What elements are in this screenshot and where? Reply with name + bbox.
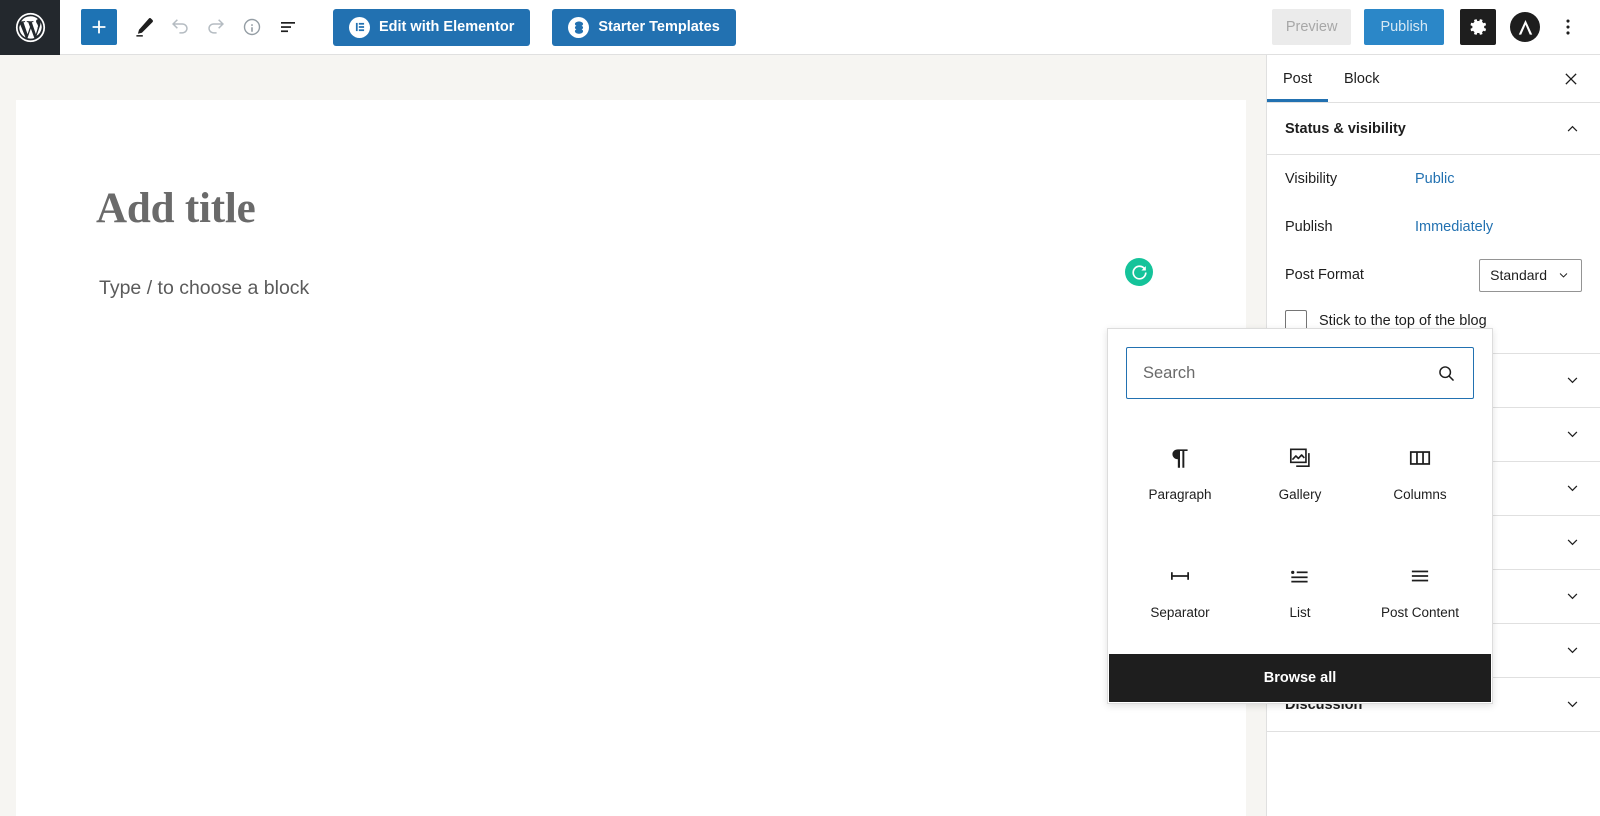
post-details-button[interactable] [234, 9, 270, 45]
block-inserter-popover: Paragraph Gallery [1107, 328, 1493, 704]
paragraph-icon [1167, 445, 1193, 471]
elementor-icon [355, 22, 364, 32]
kebab-menu-icon [1566, 19, 1570, 35]
visibility-label: Visibility [1285, 171, 1338, 187]
chevron-down-icon [1567, 539, 1578, 546]
chevron-down-icon [1567, 647, 1578, 654]
preview-button[interactable]: Preview [1271, 9, 1352, 45]
info-icon [243, 18, 261, 36]
block-item-post-content[interactable]: Post Content [1360, 533, 1480, 651]
pencil-icon [136, 18, 153, 37]
block-item-columns-label: Columns [1393, 487, 1447, 503]
block-item-gallery-label: Gallery [1278, 487, 1322, 503]
chevron-down-icon [1559, 272, 1568, 278]
block-item-columns[interactable]: Columns [1360, 415, 1480, 533]
chevron-down-icon [1567, 485, 1578, 492]
post-format-label: Post Format [1285, 267, 1364, 283]
post-title-input[interactable]: Add title [96, 184, 256, 233]
close-icon [1565, 73, 1577, 85]
edit-mode-button[interactable] [126, 9, 162, 45]
add-block-button[interactable] [81, 9, 117, 45]
block-item-list-label: List [1289, 604, 1311, 620]
publish-button[interactable]: Publish [1364, 9, 1444, 45]
block-item-post-content-label: Post Content [1380, 604, 1460, 620]
separator-icon [1167, 563, 1193, 589]
settings-button[interactable] [1460, 9, 1496, 45]
grammarly-icon [1131, 264, 1147, 280]
list-view-icon [281, 22, 295, 33]
block-type-grid: Paragraph Gallery Columns Separator List… [1108, 399, 1492, 654]
block-item-paragraph-label: Paragraph [1148, 487, 1212, 503]
grammarly-button[interactable] [1125, 258, 1153, 286]
post-format-row: Post Format Standard [1267, 251, 1600, 299]
columns-icon [1407, 445, 1433, 471]
starter-templates-button[interactable]: Starter Templates [552, 8, 736, 46]
toolbar-left-group: Edit with Elementor Starter Templates [60, 8, 736, 46]
redo-button[interactable] [198, 9, 234, 45]
redo-icon [208, 19, 224, 34]
undo-button[interactable] [162, 9, 198, 45]
block-item-separator-label: Separator [1150, 604, 1210, 620]
block-item-separator[interactable]: Separator [1120, 533, 1240, 651]
default-block-placeholder[interactable]: Type / to choose a block [99, 277, 309, 300]
inserter-search-box[interactable] [1126, 347, 1474, 399]
wordpress-block-editor: Edit with Elementor Starter Templates Pr… [0, 0, 1600, 816]
edit-with-elementor-button[interactable]: Edit with Elementor [333, 8, 531, 46]
chevron-down-icon [1567, 431, 1578, 438]
list-icon [1287, 563, 1313, 589]
plus-icon [92, 20, 106, 34]
starter-templates-icon [574, 21, 583, 34]
post-canvas[interactable]: Add title Type / to choose a block [16, 100, 1246, 816]
chevron-down-icon [1567, 701, 1578, 708]
block-item-list[interactable]: List [1240, 533, 1360, 651]
starter-templates-label: Starter Templates [598, 19, 720, 35]
sticky-post-label: Stick to the top of the blog [1319, 313, 1487, 329]
tab-block[interactable]: Block [1328, 56, 1395, 102]
more-options-button[interactable] [1550, 9, 1586, 45]
gallery-icon [1287, 445, 1313, 471]
browse-all-button[interactable]: Browse all [1109, 654, 1491, 702]
inserter-search-wrap [1108, 329, 1492, 399]
gear-icon [1470, 19, 1486, 35]
editor-canvas-area: Add title Type / to choose a block [0, 55, 1266, 816]
post-format-value: Standard [1490, 267, 1547, 283]
search-icon [1436, 363, 1457, 384]
edit-with-elementor-label: Edit with Elementor [379, 19, 515, 35]
chevron-up-icon [1567, 125, 1578, 132]
elementor-badge-icon [349, 16, 370, 38]
list-view-button[interactable] [270, 9, 306, 45]
post-content-icon [1407, 563, 1433, 589]
editor-toolbar: Edit with Elementor Starter Templates Pr… [0, 0, 1600, 55]
wordpress-logo-icon [15, 12, 45, 42]
toolbar-right-group: Preview Publish [1271, 9, 1600, 45]
publish-row: Publish Immediately [1267, 203, 1600, 251]
visibility-value-button[interactable]: Public [1415, 171, 1455, 187]
block-item-gallery[interactable]: Gallery [1240, 415, 1360, 533]
chevron-down-icon [1567, 377, 1578, 384]
undo-icon [172, 19, 188, 34]
status-visibility-panel-header[interactable]: Status & visibility [1267, 103, 1600, 155]
visibility-row: Visibility Public [1267, 155, 1600, 203]
wordpress-logo[interactable] [0, 0, 60, 55]
tab-post[interactable]: Post [1267, 56, 1328, 102]
publish-value-button[interactable]: Immediately [1415, 219, 1493, 235]
close-sidebar-button[interactable] [1556, 64, 1586, 94]
chevron-down-icon [1567, 593, 1578, 600]
search-input[interactable] [1143, 363, 1436, 383]
status-visibility-title: Status & visibility [1285, 120, 1406, 137]
post-format-select[interactable]: Standard [1479, 258, 1582, 292]
starter-templates-badge-icon [568, 16, 590, 38]
astra-options-button[interactable] [1510, 12, 1540, 42]
sidebar-tabs: Post Block [1267, 55, 1600, 103]
astra-icon [1518, 19, 1532, 35]
block-item-paragraph[interactable]: Paragraph [1120, 415, 1240, 533]
publish-label: Publish [1285, 219, 1333, 235]
